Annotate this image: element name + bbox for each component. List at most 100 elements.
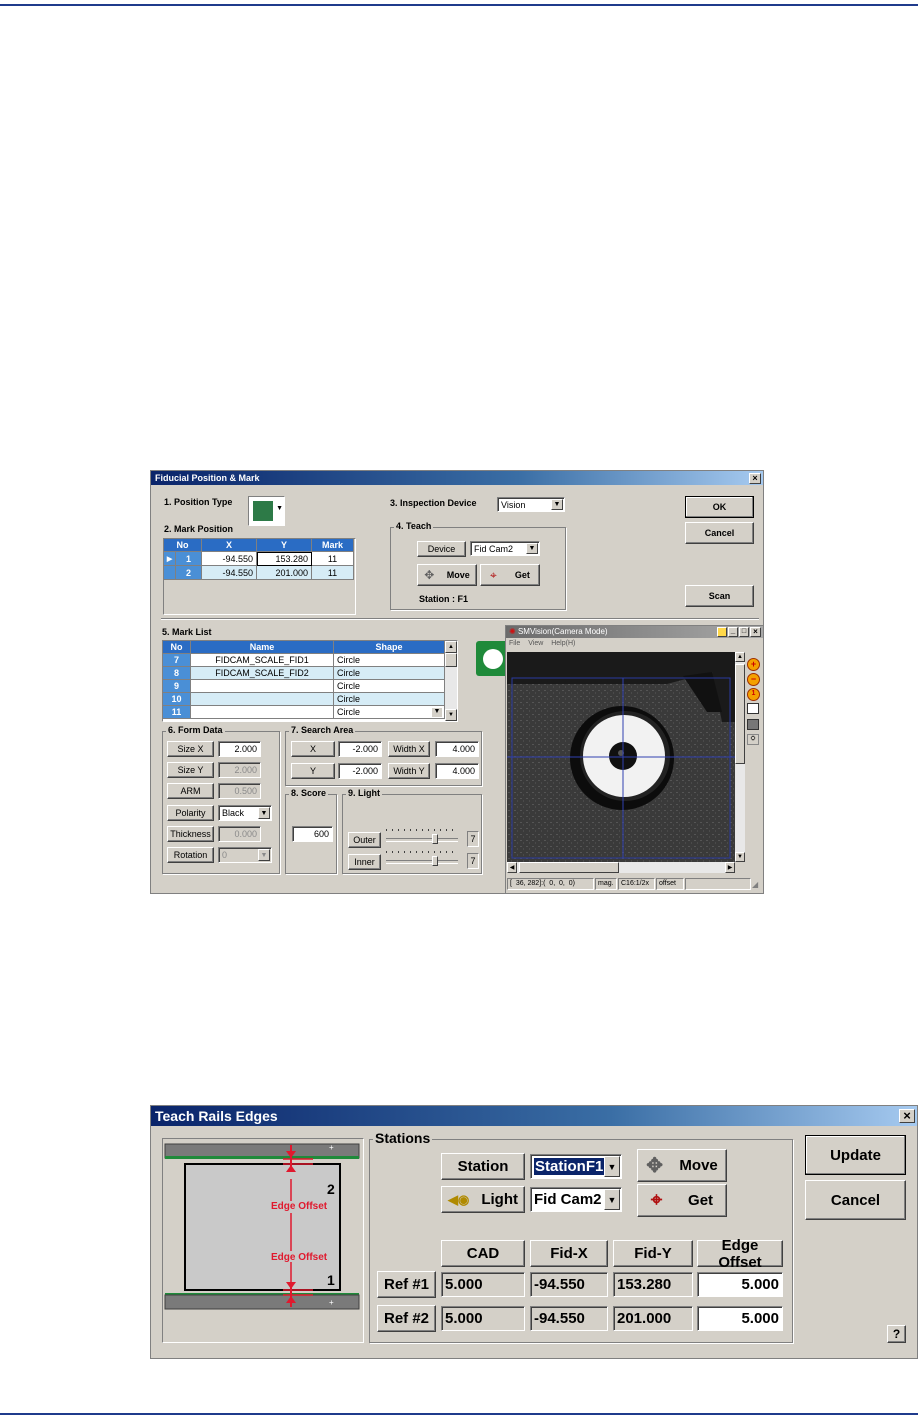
scroll-thumb[interactable]	[519, 862, 619, 873]
search-x-field[interactable]: -2.000	[338, 741, 382, 757]
table-cell[interactable]: 1	[176, 552, 202, 566]
menu-file[interactable]: File	[509, 640, 520, 647]
scroll-up-icon[interactable]: ▲	[735, 652, 745, 662]
minimize-icon[interactable]	[717, 627, 727, 637]
table-cell[interactable]: 8	[163, 667, 191, 680]
scroll-right-icon[interactable]: ▶	[725, 862, 735, 873]
table-cell[interactable]: 11	[312, 566, 354, 580]
minimize-button[interactable]: _	[728, 627, 738, 637]
width-x-field[interactable]: 4.000	[435, 741, 479, 757]
ref-1-button[interactable]: Ref #1	[377, 1271, 436, 1298]
scroll-thumb[interactable]	[445, 653, 457, 667]
table-cell[interactable]	[191, 693, 334, 706]
table-cell[interactable]: 201.000	[257, 566, 312, 580]
rectangle-tool-icon[interactable]	[747, 703, 759, 714]
camera-hscrollbar[interactable]: ◀ ▶	[507, 862, 735, 873]
fill-tool-icon[interactable]	[747, 719, 759, 730]
score-field[interactable]: 600	[292, 826, 333, 842]
station-text: Station : F1	[419, 594, 468, 604]
table-cell[interactable]	[191, 706, 334, 719]
inner-slider[interactable]	[386, 851, 461, 871]
table-cell[interactable]: Circle	[334, 654, 445, 667]
menu-help[interactable]: Help(H)	[551, 640, 575, 647]
device-select[interactable]: Fid Cam2 ▼	[470, 541, 540, 556]
table-cell[interactable]: Circle	[334, 706, 445, 719]
light-bulb-icon: ◀◉	[448, 1191, 470, 1207]
get-button[interactable]: ⌖ Get	[480, 564, 540, 586]
fiducial-title: Fiducial Position & Mark	[155, 473, 260, 483]
settings-tool-icon[interactable]: ⛭	[747, 734, 759, 745]
chevron-down-icon[interactable]: ▼	[604, 1156, 620, 1177]
rails-get-button[interactable]: ⌖ Get	[637, 1184, 727, 1217]
rotation-select[interactable]: 0 ▼	[218, 847, 272, 863]
app-icon: ✺	[509, 627, 516, 636]
inspection-device-select[interactable]: Vision ▼	[497, 497, 565, 512]
table-cell[interactable]: 9	[163, 680, 191, 693]
table-cell[interactable]: 153.280	[257, 552, 312, 566]
width-y-field[interactable]: 4.000	[435, 763, 479, 779]
station-select[interactable]: StationF1 ▼	[530, 1154, 622, 1179]
arm-field[interactable]: 0.500	[218, 783, 261, 799]
table-cell[interactable]: 7	[163, 654, 191, 667]
mark-list-scrollbar[interactable]: ▲ ▼	[445, 641, 457, 721]
chevron-down-icon[interactable]: ▼	[604, 1189, 620, 1210]
scroll-down-icon[interactable]: ▼	[445, 709, 457, 721]
table-cell[interactable]: 2	[176, 566, 202, 580]
search-y-field[interactable]: -2.000	[338, 763, 382, 779]
device-button[interactable]: Device	[417, 541, 466, 557]
scroll-up-icon[interactable]: ▲	[445, 641, 457, 653]
light-button[interactable]: ◀◉ Light	[441, 1186, 525, 1213]
scan-button[interactable]: Scan	[685, 585, 754, 607]
table-cell[interactable]: 10	[163, 693, 191, 706]
outer-slider[interactable]	[386, 829, 461, 849]
resize-grip-icon[interactable]: ◢	[752, 880, 758, 889]
help-button[interactable]: ?	[887, 1325, 906, 1343]
table-cell[interactable]: -94.550	[202, 552, 257, 566]
table-cell[interactable]: Circle	[334, 680, 445, 693]
camera-view[interactable]	[507, 652, 735, 862]
rails-move-button[interactable]: ✥ Move	[637, 1149, 727, 1182]
scroll-left-icon[interactable]: ◀	[507, 862, 517, 873]
slider-thumb[interactable]	[432, 856, 438, 866]
close-button[interactable]: ×	[750, 627, 761, 637]
table-cell[interactable]	[191, 680, 334, 693]
zoom-out-icon[interactable]: −	[747, 673, 760, 686]
rails-close-button[interactable]: ×	[899, 1109, 915, 1123]
fiducial-close-button[interactable]: ×	[749, 473, 761, 484]
table-cell[interactable]: 11	[163, 706, 191, 719]
size-x-field[interactable]: 2.000	[218, 741, 261, 757]
table-cell[interactable]: Circle	[334, 693, 445, 706]
table-cell[interactable]: FIDCAM_SCALE_FID1	[191, 654, 334, 667]
chevron-down-icon[interactable]: ▼	[551, 499, 563, 510]
chevron-down-icon[interactable]: ▼	[526, 543, 538, 554]
rails-cancel-button[interactable]: Cancel	[805, 1180, 906, 1220]
ref-1-edge-offset[interactable]: 5.000	[697, 1272, 783, 1297]
scroll-down-icon[interactable]: ▼	[735, 852, 745, 862]
table-cell[interactable]: Circle	[334, 667, 445, 680]
zoom-in-icon[interactable]: +	[747, 658, 760, 671]
zoom-fit-icon[interactable]: 1	[747, 688, 760, 701]
chevron-down-icon[interactable]: ▼	[258, 807, 270, 819]
maximize-button[interactable]: □	[739, 627, 749, 637]
slider-thumb[interactable]	[432, 834, 438, 844]
scroll-thumb[interactable]	[735, 664, 745, 764]
table-cell[interactable]: FIDCAM_SCALE_FID2	[191, 667, 334, 680]
menu-view[interactable]: View	[528, 640, 543, 647]
camera-vscrollbar[interactable]: ▲ ▼	[735, 652, 745, 862]
station-button[interactable]: Station	[441, 1153, 525, 1180]
table-cell[interactable]: -94.550	[202, 566, 257, 580]
camera-select[interactable]: Fid Cam2 ▼	[530, 1187, 622, 1212]
position-type-selector[interactable]: ▼	[248, 496, 285, 526]
cancel-button[interactable]: Cancel	[685, 522, 754, 544]
table-cell[interactable]: 11	[312, 552, 354, 566]
chevron-down-icon[interactable]: ▼	[258, 849, 270, 861]
ok-button[interactable]: OK	[685, 496, 754, 518]
update-button[interactable]: Update	[805, 1135, 906, 1175]
shape-dropdown-icon[interactable]: ▼	[432, 708, 442, 717]
thickness-field[interactable]: 0.000	[218, 826, 261, 842]
polarity-select[interactable]: Black ▼	[218, 805, 272, 821]
ref-2-edge-offset[interactable]: 5.000	[697, 1306, 783, 1331]
ref-2-button[interactable]: Ref #2	[377, 1305, 436, 1332]
size-y-field[interactable]: 2.000	[218, 762, 261, 778]
move-button[interactable]: ✥ Move	[417, 564, 477, 586]
